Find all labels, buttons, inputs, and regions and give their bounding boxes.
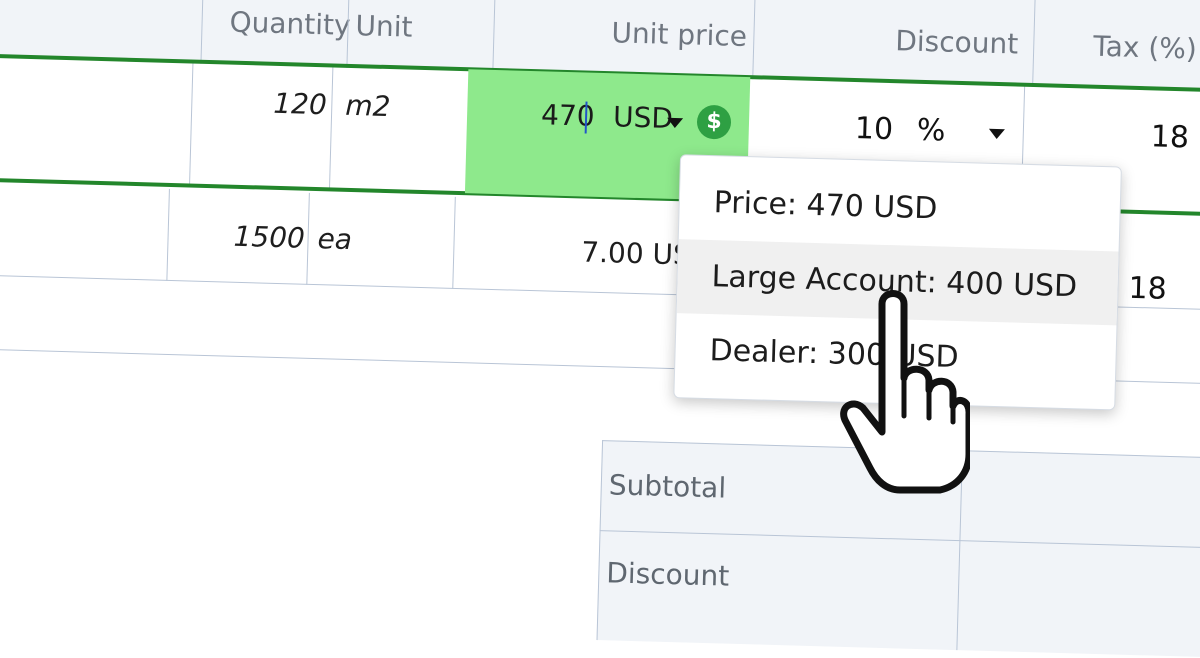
row2-unit[interactable]: ea (317, 222, 352, 256)
row1-discount-input[interactable]: 10 (854, 111, 893, 147)
hand-pointer-icon (840, 290, 970, 494)
header-unit: Unit (355, 9, 414, 44)
row2-tax[interactable]: 18 (1128, 271, 1167, 307)
column-divider (166, 188, 170, 281)
chevron-down-icon[interactable] (666, 117, 684, 129)
currency-select[interactable]: USD (613, 100, 674, 135)
chevron-down-icon[interactable] (988, 128, 1005, 140)
invoice-table-view: Quantity Unit Unit price Discount Tax (%… (0, 0, 1200, 658)
header-tax: Tax (%) (1092, 29, 1198, 66)
row1-discount-unit[interactable]: % (916, 113, 945, 149)
row2-quantity[interactable]: 1500 (233, 220, 305, 255)
row1-quantity[interactable]: 120 (273, 87, 327, 121)
totals-subtotal-label: Subtotal (608, 468, 727, 505)
row1-unit[interactable]: m2 (345, 89, 391, 123)
column-divider (306, 192, 310, 285)
totals-discount-label: Discount (605, 556, 730, 593)
column-divider (452, 196, 456, 289)
header-unit-price: Unit price (611, 16, 748, 53)
header-quantity: Quantity (229, 5, 352, 42)
column-divider (328, 65, 334, 190)
row2-unit-price[interactable]: 7.00 US (581, 235, 691, 271)
price-option[interactable]: Price: 470 USD (679, 165, 1121, 251)
column-divider (189, 61, 194, 186)
header-discount: Discount (894, 24, 1019, 61)
row1-tax[interactable]: 18 (1150, 119, 1189, 155)
